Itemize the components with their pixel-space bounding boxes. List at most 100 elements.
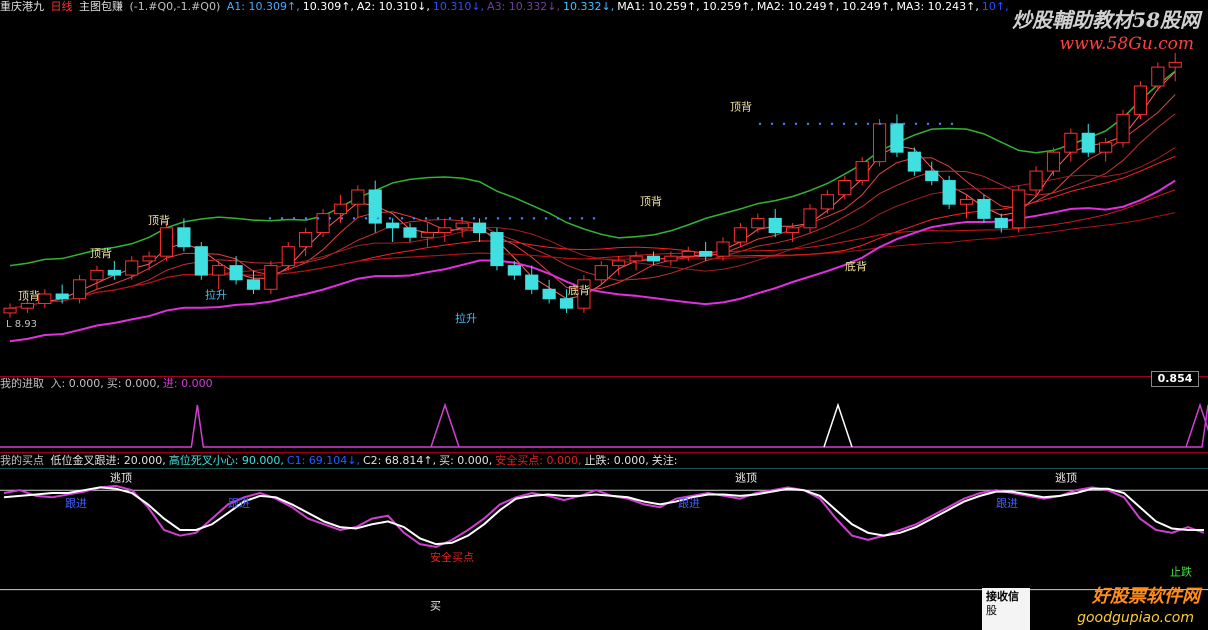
level-dot (568, 217, 572, 220)
candle-body (507, 265, 521, 276)
level-dot (866, 122, 870, 126)
level-dot (460, 217, 464, 220)
candle-body (212, 265, 226, 276)
chart-annotation: 底背 (568, 283, 590, 297)
chart-annotation: 顶背 (90, 246, 112, 260)
level-dot (938, 122, 942, 126)
watermark-bottom-url: goodgupiao.com (1077, 610, 1194, 626)
candle-body (403, 227, 417, 238)
panel2-header: 我的进取 入: 0.000, 买: 0.000, 进: 0.000 (0, 377, 219, 391)
level-dot (448, 217, 452, 220)
jinqu-peak (823, 402, 853, 448)
jinqu-peak (430, 402, 460, 448)
candle-body (890, 123, 904, 153)
candle-body (333, 203, 348, 215)
candle-body (612, 260, 626, 267)
level-dot (902, 122, 906, 126)
candle-body (55, 293, 69, 300)
level-dot (770, 122, 774, 126)
candle-body (1064, 132, 1078, 153)
level-dot (424, 217, 428, 220)
ma-line-3 (9, 71, 1176, 309)
indicator-name[interactable]: 主图包赚 (79, 0, 123, 13)
level-dot (268, 217, 272, 220)
header-value-3: 10.310↓, (432, 0, 485, 13)
panel2-value-1: 买: 0.000, (106, 377, 160, 390)
panel2-value-2: 进: 0.000 (162, 377, 213, 390)
candlestick-chart[interactable]: 顶背顶背顶背拉升拉升顶背底背顶背底背L 8.93 (0, 14, 1208, 376)
period-label[interactable]: 日线 (51, 0, 73, 13)
candle-body (559, 298, 574, 309)
panel3-annotation: 跟进 (228, 497, 250, 510)
panel3-annotation: 逃顶 (110, 472, 132, 485)
candle-body (525, 274, 539, 290)
panel3-value-3: C2: 68.814↑, (363, 454, 437, 467)
level-dot (412, 217, 416, 220)
panel3-title: 我的买点 (0, 454, 44, 467)
chart-annotation: 拉升 (205, 288, 227, 302)
panel3-annotation: 逃顶 (1055, 472, 1077, 485)
header-value-9: 10.249↑, (842, 0, 894, 13)
candle-body (1151, 66, 1165, 87)
panel3-value-4: 买: 0.000, (439, 454, 493, 467)
candle-body (490, 232, 504, 267)
level-dot (758, 122, 762, 126)
panel3-value-5: 安全买点: 0.000, (495, 454, 582, 467)
panel3-value-7: 关注: (651, 454, 678, 467)
level-dot (376, 217, 380, 220)
candle-body (838, 180, 852, 196)
candle-body (3, 307, 17, 314)
level-dot (472, 217, 476, 220)
level-dot (292, 217, 296, 220)
ma-line-5 (9, 94, 1176, 309)
candle-body (38, 293, 52, 304)
level-dot (914, 122, 918, 126)
level-dot (316, 217, 320, 220)
price-label: L 8.93 (6, 319, 37, 330)
notification-popup[interactable]: 接收信 股 (982, 588, 1030, 630)
candle-body (646, 255, 661, 262)
level-dot (592, 217, 596, 220)
panel3-annotation: 止跌 (1170, 564, 1192, 578)
header-value-4: A3: 10.332↓, (487, 0, 560, 13)
level-dot (364, 217, 368, 220)
candle-body (542, 288, 556, 300)
panel3-annotation: 跟进 (65, 497, 87, 510)
level-dot (806, 122, 810, 126)
level-dot (532, 217, 536, 220)
level-dot (794, 122, 798, 126)
panel3-annotation: 安全买点 (430, 550, 474, 564)
candle-body (368, 189, 382, 224)
candle-body (994, 217, 1008, 229)
level-dot (842, 122, 846, 126)
level-dot (508, 217, 512, 220)
candle-body (125, 260, 139, 276)
candle-body (20, 302, 34, 309)
candle-body (386, 222, 400, 229)
level-dot (782, 122, 786, 126)
header-value-5: 10.332↓, (562, 0, 615, 13)
candle-body (977, 198, 991, 219)
candle-body (299, 232, 313, 248)
candle-body (194, 246, 208, 276)
header-value-6: MA1: 10.259↑, (617, 0, 700, 13)
candle-body (159, 227, 174, 257)
level-dot (520, 217, 524, 220)
candle-body (1012, 189, 1026, 229)
panel3-value-6: 止跌: 0.000, (584, 454, 649, 467)
chart-annotation: 拉升 (455, 311, 477, 325)
candle-body (1133, 85, 1148, 115)
panel2-chart[interactable] (0, 391, 1208, 451)
level-dot (352, 217, 356, 220)
candle-body (281, 246, 295, 267)
candle-body (907, 151, 921, 172)
candle-body (959, 198, 974, 205)
support-line (9, 179, 1176, 343)
main-chart-header: 重庆港九 日线 主图包赚 (-1.#Q0,-1.#Q0) A1: 10.309↑… (0, 0, 1015, 14)
candle-body (1116, 113, 1130, 144)
level-dot (484, 217, 488, 220)
panel2-values: 入: 0.000, 买: 0.000, 进: 0.000 (51, 377, 216, 390)
candle-body (820, 194, 834, 210)
candle-body (942, 180, 956, 205)
chart-annotation: 顶背 (148, 213, 170, 227)
